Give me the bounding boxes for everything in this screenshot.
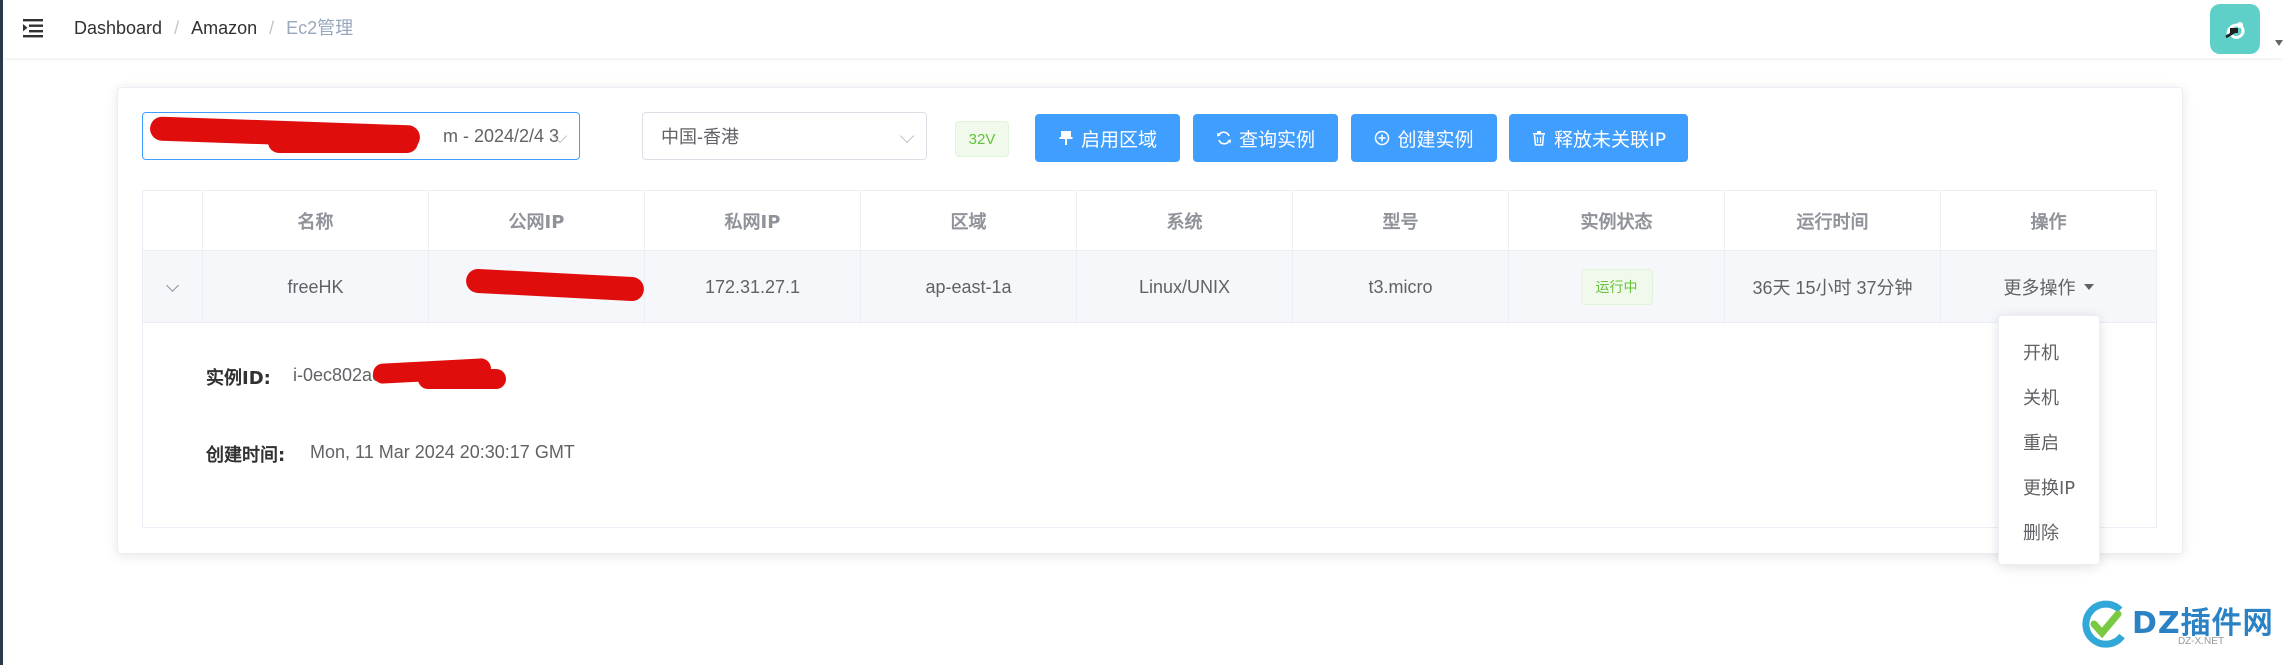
breadcrumb-separator: / [269,18,275,38]
cell-system: Linux/UNIX [1077,251,1293,323]
breadcrumb-amazon[interactable]: Amazon [191,17,257,39]
more-actions-label: 更多操作 [2003,278,2076,299]
enable-region-button[interactable]: 启用区域 [1035,114,1180,162]
redaction-mark [268,131,418,153]
cell-zone: ap-east-1a [861,251,1077,323]
cell-model: t3.micro [1293,251,1509,323]
enable-region-label: 启用区域 [1080,128,1157,151]
column-header-zone: 区域 [861,191,1077,251]
column-header-model: 型号 [1293,191,1509,251]
cell-actions: 更多操作 [1941,251,2156,323]
site-watermark: DZ插件网 DZ-X.NET [2080,596,2273,656]
cell-uptime: 36天 15小时 37分钟 [1725,251,1941,323]
release-ip-label: 释放未关联IP [1553,128,1667,151]
instance-id-value: i-0ec802ac [293,365,382,385]
query-instances-button[interactable]: 查询实例 [1193,114,1338,162]
breadcrumb-separator: / [174,18,180,38]
account-select-value: m - 2024/2/4 3 [443,125,560,146]
query-instances-label: 查询实例 [1238,128,1315,151]
redaction-mark [418,369,506,389]
breadcrumb: Dashboard / Amazon / Ec2管理 [74,17,353,39]
column-header-name: 名称 [203,191,429,251]
user-avatar[interactable] [2210,4,2260,54]
table-header: 名称 公网IP 私网IP 区域 系统 型号 实例状态 运行时间 操作 [143,191,2156,251]
menu-toggle-icon[interactable] [23,17,47,39]
breadcrumb-dashboard[interactable]: Dashboard [74,17,162,39]
column-header-system: 系统 [1077,191,1293,251]
menu-item-stop[interactable]: 关机 [2023,384,2059,410]
create-instance-button[interactable]: 创建实例 [1351,114,1497,162]
watermark-logo-icon [2082,600,2125,648]
cell-name: freeHK [203,251,429,323]
column-header-expand [143,191,203,251]
trash-icon [1532,131,1545,146]
refresh-icon [1216,131,1231,145]
ec2-management-card: m - 2024/2/4 3 中国-香港 32V 启用区域 查询实例 创建实例 … [117,87,2183,554]
instances-table: 名称 公网IP 私网IP 区域 系统 型号 实例状态 运行时间 操作 freeH… [142,190,2157,528]
menu-item-reboot[interactable]: 重启 [2023,429,2059,455]
release-ip-button[interactable]: 释放未关联IP [1509,114,1688,162]
region-select[interactable]: 中国-香港 [642,112,927,160]
window-left-edge [0,0,3,665]
created-time-label: 创建时间: [206,445,286,466]
top-navbar: Dashboard / Amazon / Ec2管理 [3,0,2283,58]
instance-id-label: 实例ID: [206,368,271,389]
column-header-public-ip: 公网IP [429,191,645,251]
region-select-value: 中国-香港 [661,127,739,147]
cell-public-ip [429,251,645,323]
cell-private-ip: 172.31.27.1 [645,251,861,323]
version-tag: 32V [955,121,1009,157]
avatar-dropdown-caret-icon[interactable] [2275,40,2283,46]
create-instance-label: 创建实例 [1397,128,1474,151]
menu-item-change-ip[interactable]: 更换IP [2023,474,2075,500]
breadcrumb-current: Ec2管理 [286,18,354,38]
status-badge: 运行中 [1580,269,1653,305]
column-header-actions: 操作 [2030,212,2067,233]
menu-item-start[interactable]: 开机 [2023,339,2059,365]
watermark-subtext: DZ-X.NET [2177,636,2225,647]
table-row: freeHK 172.31.27.1 ap-east-1a Linux/UNIX… [143,251,2156,323]
cell-status: 运行中 [1509,251,1725,323]
caret-down-icon [2083,284,2094,290]
expand-cell[interactable] [143,251,203,323]
created-time-value: Mon, 11 Mar 2024 20:30:17 GMT [310,442,575,462]
more-actions-menu: 开机 关机 重启 更换IP 删除 [1998,315,2100,565]
plus-circle-icon [1375,130,1390,146]
menu-item-delete[interactable]: 删除 [2023,519,2059,545]
chevron-down-icon[interactable] [166,278,179,292]
column-header-uptime: 运行时间 [1725,191,1941,251]
more-actions-dropdown[interactable]: 更多操作 [2004,274,2094,300]
pin-icon [1059,131,1073,145]
avatar-icon [2225,22,2245,39]
column-header-private-ip: 私网IP [645,191,861,251]
redaction-mark [465,268,645,302]
column-header-status: 实例状态 [1509,191,1725,251]
chevron-down-icon [899,128,915,144]
